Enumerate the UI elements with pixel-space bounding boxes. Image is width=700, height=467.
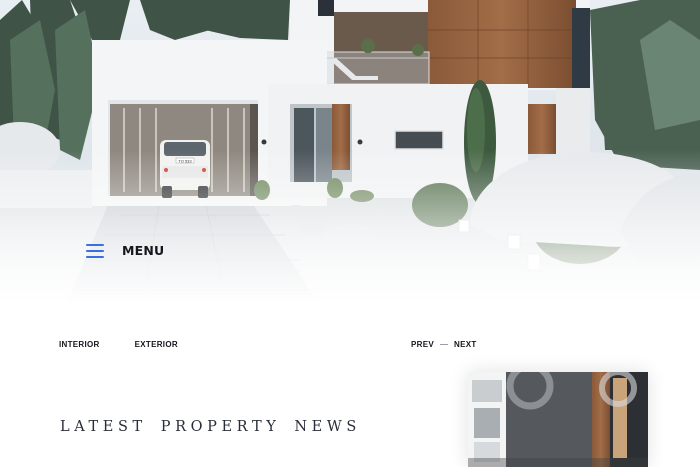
category-tabs: INTERIOR EXTERIOR bbox=[59, 340, 213, 349]
prev-button[interactable]: PREV bbox=[411, 340, 434, 349]
section-title-word: LATEST bbox=[60, 419, 147, 435]
next-button[interactable]: NEXT bbox=[454, 340, 477, 349]
pager-divider bbox=[440, 344, 448, 345]
menu-button[interactable]: MENU bbox=[86, 243, 164, 258]
property-thumbnail[interactable] bbox=[468, 372, 648, 467]
hero-image: TO 533 bbox=[0, 0, 700, 320]
section-title-word: PROPERTY bbox=[160, 419, 281, 435]
property-thumbnail-image bbox=[468, 372, 648, 467]
hero-fade-overlay bbox=[0, 0, 700, 320]
section-title: LATEST PROPERTY NEWS bbox=[60, 419, 361, 435]
tab-interior[interactable]: INTERIOR bbox=[59, 340, 100, 349]
hamburger-icon bbox=[86, 243, 104, 258]
slider-pager: PREV NEXT bbox=[411, 340, 477, 349]
section-title-word: NEWS bbox=[294, 419, 361, 435]
menu-label: MENU bbox=[122, 243, 165, 258]
tab-exterior[interactable]: EXTERIOR bbox=[135, 340, 178, 349]
